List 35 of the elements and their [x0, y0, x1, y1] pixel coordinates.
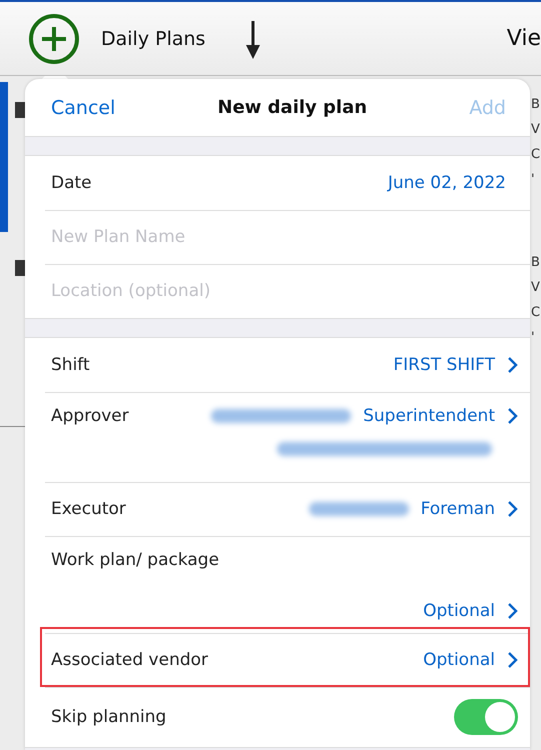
download-icon[interactable] — [245, 20, 262, 58]
row-text: ' — [531, 329, 536, 347]
row-text: B — [531, 96, 540, 114]
text-field[interactable]: New Plan Name — [51, 227, 518, 247]
chevron-icon — [507, 356, 518, 374]
text-field[interactable]: Location (optional) — [51, 281, 518, 301]
view-label[interactable]: Vie — [506, 26, 541, 51]
field-label: Associated vendor — [51, 650, 208, 670]
picker-value[interactable]: Optional — [423, 601, 495, 621]
row-text: B — [531, 254, 540, 272]
row-text: C — [531, 146, 540, 164]
chevron-icon — [507, 407, 518, 425]
field-label: Work plan/ package — [51, 550, 220, 570]
chevron-icon — [507, 602, 518, 620]
field-label: Shift — [51, 355, 90, 375]
row-text: V — [531, 121, 540, 139]
picker-value[interactable]: Optional — [423, 650, 495, 670]
row-text: ' — [531, 171, 536, 189]
chevron-icon — [507, 651, 518, 669]
row-text: V — [531, 279, 540, 297]
field-label: Executor — [51, 499, 126, 519]
row-text: C — [531, 304, 540, 322]
chevron-icon — [507, 500, 518, 518]
field-label: Approver — [51, 406, 129, 426]
date-value[interactable]: June 02, 2022 — [388, 173, 506, 193]
toggle-switch[interactable] — [454, 699, 518, 735]
picker-value[interactable]: Foreman — [420, 499, 495, 519]
picker-value[interactable]: FIRST SHIFT — [393, 355, 495, 375]
popover-title: New daily plan — [218, 97, 368, 118]
cancel-button[interactable]: Cancel — [51, 96, 116, 118]
picker-value[interactable]: Superintendent — [363, 406, 495, 426]
add-icon[interactable] — [29, 14, 79, 64]
field-label: Skip planning — [51, 707, 166, 727]
field-label: Date — [51, 173, 92, 193]
toolbar-title: Daily Plans — [101, 28, 206, 50]
